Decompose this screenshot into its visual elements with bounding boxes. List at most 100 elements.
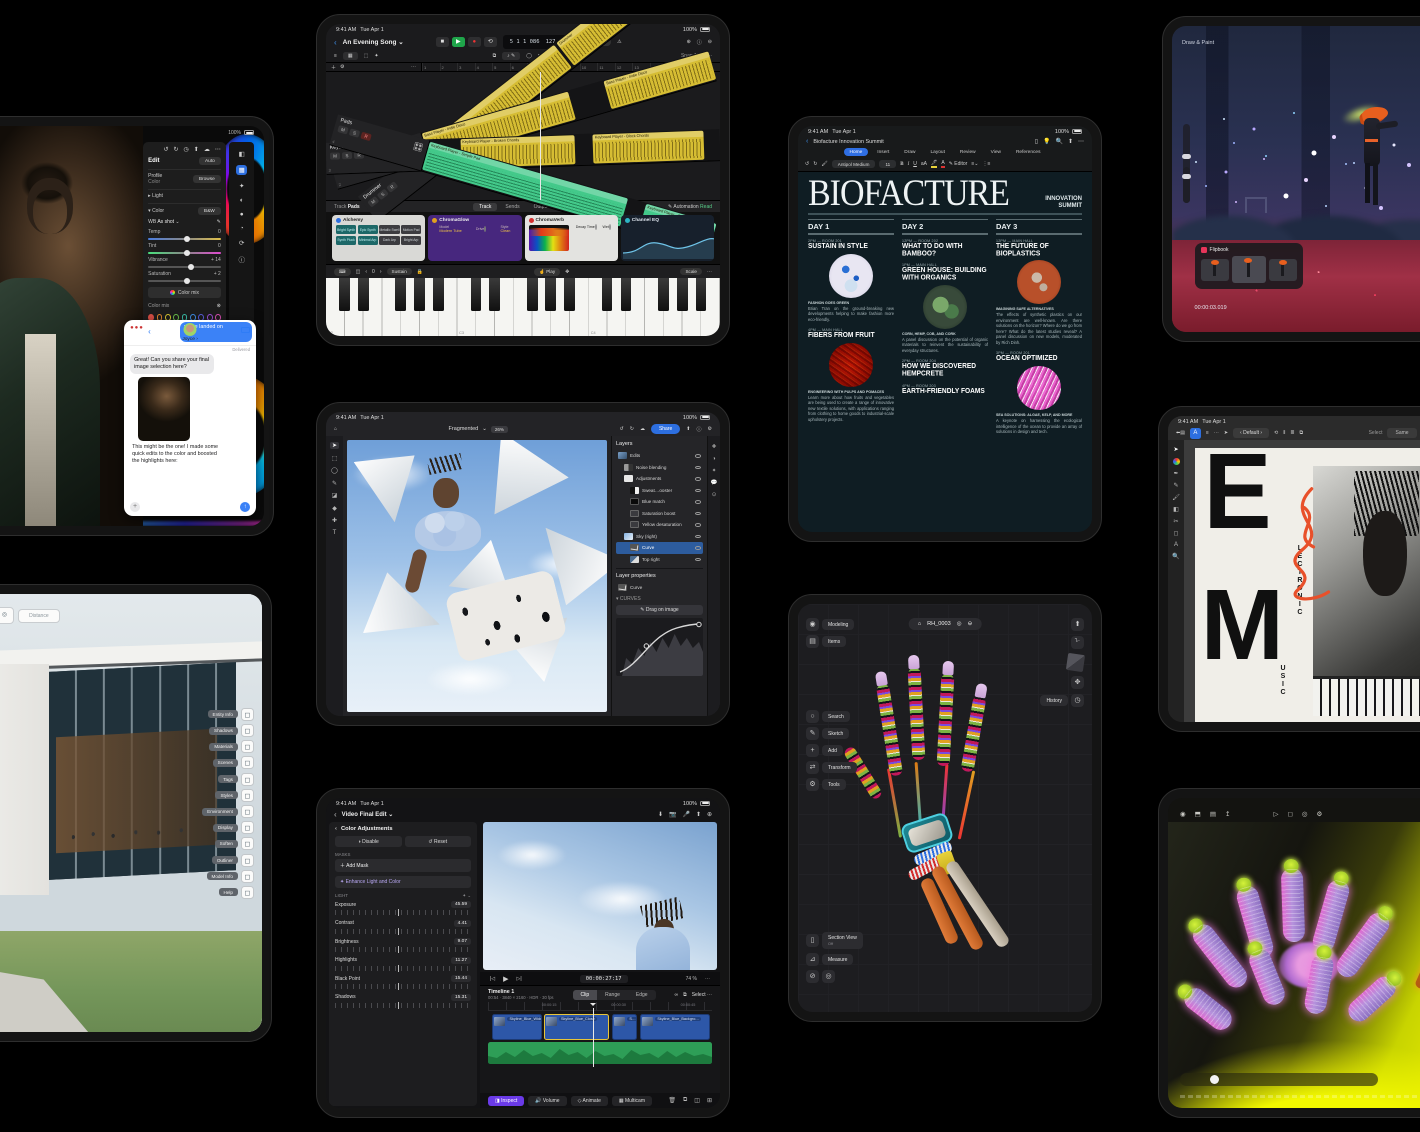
- bold-button[interactable]: B: [900, 162, 903, 167]
- tool-icon[interactable]: ⚙: [806, 778, 819, 791]
- video-clip[interactable]: Skyline_Blue_Backgro…: [640, 1014, 709, 1040]
- duplicate-icon[interactable]: ⧉: [1300, 430, 1304, 436]
- panel-button-row[interactable]: Environment ◻: [202, 805, 254, 818]
- alchemy-pad[interactable]: Dark Arp: [379, 236, 399, 245]
- visibility-eye-icon[interactable]: [695, 454, 701, 458]
- tool-row[interactable]: ○ Search: [806, 710, 857, 723]
- panel-button-icon[interactable]: ◻: [241, 854, 254, 867]
- multicam-button[interactable]: ▦ Multicam: [612, 1096, 652, 1106]
- list-view-icon[interactable]: ≡: [334, 53, 337, 59]
- panel-button-row[interactable]: Display ◻: [213, 821, 254, 834]
- plugin-alchemy[interactable]: Alchemy Bright SynthEpic SynthMetallic S…: [332, 215, 425, 261]
- panel-button-icon[interactable]: ◻: [241, 740, 254, 753]
- tool-icon[interactable]: +: [806, 744, 819, 757]
- edit-mode-button[interactable]: Clip: [573, 990, 598, 1000]
- color-dot-icon[interactable]: [1173, 458, 1180, 465]
- visibility-eye-icon[interactable]: [695, 546, 701, 550]
- history-clock-icon[interactable]: ◷: [1071, 694, 1084, 707]
- select-tool[interactable]: ➤: [1173, 446, 1178, 453]
- alchemy-pad[interactable]: Bright Arp: [401, 236, 421, 245]
- visibility-eye-icon[interactable]: [695, 512, 701, 516]
- font-name-select[interactable]: Antipol Medium: [832, 160, 876, 168]
- visibility-eye-icon[interactable]: [695, 523, 701, 527]
- menu-icon[interactable]: ≡: [1206, 430, 1209, 436]
- panel-button-icon[interactable]: ◻: [241, 773, 254, 786]
- alchemy-pad[interactable]: Synth Pluck: [336, 236, 356, 245]
- adjustment-value[interactable]: 15.44: [451, 975, 471, 982]
- add-track-icon[interactable]: ＋: [331, 64, 336, 71]
- undo-icon[interactable]: ↺: [805, 161, 809, 167]
- camera-icon[interactable]: 📷: [669, 811, 676, 818]
- help-icon[interactable]: ⓘ: [696, 426, 701, 433]
- curves-editor[interactable]: [616, 618, 703, 676]
- slider-ticks[interactable]: [335, 947, 471, 952]
- color-section[interactable]: ▾ Color: [148, 208, 164, 214]
- layer-row[interactable]: Sky (right): [616, 531, 703, 543]
- browse-button[interactable]: Browse: [193, 175, 221, 183]
- document-name[interactable]: Fragmented: [449, 426, 479, 432]
- pen-tool[interactable]: ✒: [1173, 470, 1178, 477]
- panel-button-icon[interactable]: ◻: [241, 870, 254, 883]
- video-viewer[interactable]: [483, 822, 717, 970]
- sustain-button[interactable]: Sustain: [387, 268, 412, 275]
- canvas[interactable]: E LECTRONIC M USIC AV SC: [1184, 440, 1420, 722]
- add-layer-icon[interactable]: ✚: [712, 444, 717, 450]
- panel-button-icon[interactable]: ◻: [241, 805, 254, 818]
- align-icon[interactable]: ≣: [1290, 430, 1294, 436]
- crop-icon[interactable]: ◧: [239, 150, 245, 158]
- ribbon-tab[interactable]: View: [985, 148, 1007, 156]
- layer-row[interactable]: Blue match: [616, 496, 703, 508]
- visibility-eye-icon[interactable]: [695, 466, 701, 470]
- history-button[interactable]: History: [1040, 695, 1068, 706]
- panel-button-row[interactable]: Scenes ◻: [213, 756, 254, 769]
- color-mode-icon[interactable]: ◉: [806, 618, 819, 631]
- visibility-eye-icon[interactable]: [695, 477, 701, 481]
- msr-button[interactable]: R: [360, 132, 372, 141]
- drive-knob[interactable]: [484, 226, 486, 232]
- more-icon[interactable]: ⊕: [707, 811, 712, 818]
- modeling-button[interactable]: Modeling: [822, 619, 854, 630]
- contact-name[interactable]: Joyce ›: [124, 337, 256, 342]
- audio-track[interactable]: [488, 1042, 712, 1064]
- italic-button[interactable]: I: [908, 162, 910, 167]
- adjustment-value[interactable]: 15.31: [451, 994, 471, 1001]
- adjustment-slider[interactable]: Shadows 15.31: [335, 994, 471, 1008]
- collapse-icon[interactable]: ⊖: [968, 621, 973, 627]
- close-icon[interactable]: ⊗: [217, 303, 221, 309]
- project-title[interactable]: Video Final Edit ⌄: [342, 811, 394, 818]
- enhance-button[interactable]: ✦ Enhance Light and Color: [335, 876, 471, 888]
- undo-icon[interactable]: ↺: [163, 146, 168, 153]
- panel-button-row[interactable]: Entity Info ◻: [208, 708, 254, 721]
- text-effects-button[interactable]: aA: [921, 161, 927, 167]
- lasso-tool[interactable]: ◯: [331, 467, 338, 474]
- panel-button-icon[interactable]: ◻: [241, 821, 254, 834]
- panel-button-row[interactable]: Shadows ◻: [209, 724, 254, 737]
- target-icon[interactable]: ◎: [1302, 810, 1308, 818]
- play-button[interactable]: ▶: [452, 37, 465, 47]
- decay-knob[interactable]: [595, 224, 597, 230]
- split-keyboard-icon[interactable]: ◫: [356, 269, 361, 275]
- panel-button-row[interactable]: Model Info ◻: [207, 870, 254, 883]
- preset-select[interactable]: ‹ Default ›: [1233, 428, 1269, 438]
- versions-icon[interactable]: ⟳: [239, 239, 244, 247]
- panel-button-icon[interactable]: ◻: [241, 708, 254, 721]
- slider-knob[interactable]: [188, 264, 194, 270]
- info-icon[interactable]: ⓘ: [238, 254, 245, 264]
- poster-artboard[interactable]: E LECTRONIC M USIC AV SC: [1195, 448, 1420, 722]
- adjustment-value[interactable]: 9.07: [454, 938, 471, 945]
- alchemy-pad[interactable]: Metallic Swell: [379, 225, 399, 234]
- octave-up-icon[interactable]: ›: [380, 269, 382, 275]
- presets-icon[interactable]: ●: [240, 211, 244, 218]
- list-button[interactable]: ⋮≡: [982, 161, 990, 167]
- slider-knob[interactable]: [184, 250, 190, 256]
- plugin-chromaglow[interactable]: ChromaGlow Model Modern Tube Drive Style…: [428, 215, 521, 261]
- reset-button[interactable]: ↺ Reset: [405, 836, 472, 847]
- cursor-tool-icon[interactable]: ➤: [1224, 430, 1228, 436]
- robotic-hand-model[interactable]: [855, 666, 1035, 926]
- layers-icon[interactable]: ▤: [1210, 810, 1216, 818]
- light-section-icons[interactable]: ✦ ⌄: [462, 893, 471, 899]
- light-section[interactable]: ▸ Light: [148, 193, 163, 199]
- msr-button[interactable]: S: [342, 152, 352, 159]
- adjustment-value[interactable]: 11.27: [451, 957, 471, 964]
- panel-button-row[interactable]: Outliner ◻: [212, 854, 254, 867]
